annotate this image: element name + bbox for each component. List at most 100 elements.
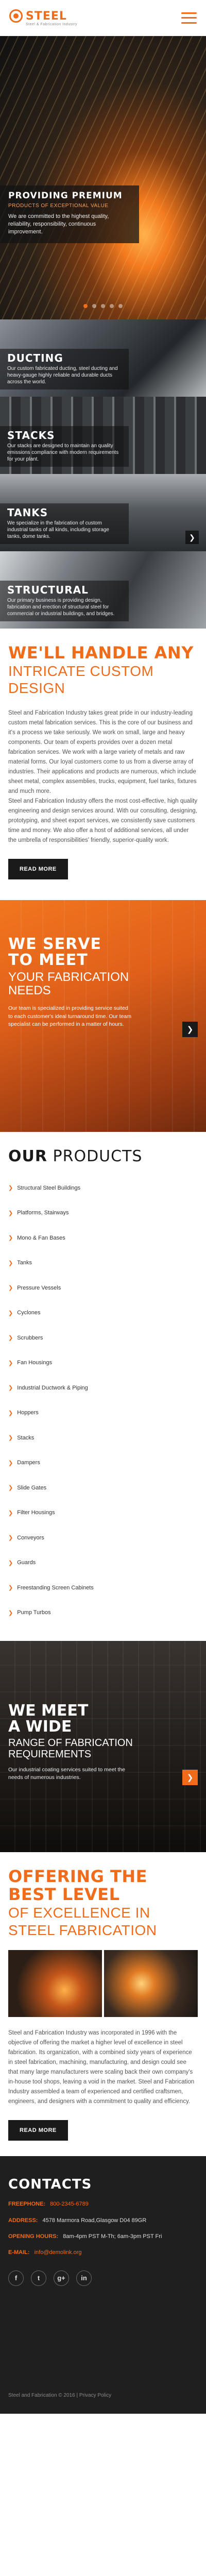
tile-text: Our custom fabricated ducting, steel duc… (7, 366, 118, 385)
product-list-item[interactable]: ❯ Mono & Fan Bases (8, 1226, 198, 1251)
product-list-item[interactable]: ❯ Stacks (8, 1426, 198, 1451)
facebook-icon[interactable]: f (8, 2270, 24, 2286)
product-list-item[interactable]: ❯ Guards (8, 1550, 198, 1575)
product-list-item[interactable]: ❯ Dampers (8, 1450, 198, 1476)
contact-address: ADDRESS: 4578 Marmora Road,Glasgow D04 8… (8, 2217, 198, 2225)
tile-text: Our stacks are designed to maintain an q… (7, 443, 119, 462)
phone-link[interactable]: 800-2345-6789 (50, 2201, 89, 2207)
hamburger-bar (181, 22, 197, 24)
logo[interactable]: STEEL Steel & Fabrication Industry (9, 9, 77, 26)
product-list-item[interactable]: ❯ Filter Housings (8, 1500, 198, 1526)
product-label: Pump Turbos (17, 1609, 51, 1616)
excellence-text: Steel and Fabrication Industry was incor… (8, 2030, 195, 2105)
chevron-right-icon[interactable]: ❯ (185, 531, 199, 544)
chevron-right-icon[interactable]: ❯ (182, 1769, 198, 1785)
products-heading: OUR PRODUCTS (8, 1147, 198, 1165)
address-value: 4578 Marmora Road,Glasgow D04 89GR (42, 2217, 147, 2224)
service-tile-stacks[interactable]: STACKS Our stacks are designed to mainta… (0, 397, 206, 474)
product-label: Conveyors (17, 1534, 44, 1541)
chevron-right-icon: ❯ (8, 1560, 13, 1566)
chevron-right-icon: ❯ (8, 1260, 13, 1266)
slider-pagination (0, 304, 206, 308)
product-label: Guards (17, 1560, 36, 1566)
product-label: Stacks (17, 1434, 35, 1441)
chevron-right-icon: ❯ (8, 1335, 13, 1342)
hamburger-bar (181, 17, 197, 19)
section-subheading: INTRICATE CUSTOM DESIGN (8, 663, 154, 697)
tile-title: DUCTING (7, 352, 63, 364)
wide-content: WE MEET A WIDE RANGE OF FABRICATION REQU… (8, 1703, 137, 1782)
tile-title: TANKS (7, 506, 48, 519)
chevron-right-icon[interactable]: ❯ (182, 1021, 198, 1037)
product-list-item[interactable]: ❯ Platforms, Stairways (8, 1200, 198, 1226)
product-label: Filter Housings (17, 1510, 55, 1516)
chevron-right-icon: ❯ (8, 1235, 13, 1242)
product-label: Dampers (17, 1460, 40, 1466)
serve-content: WE SERVE TO MEET YOUR FABRICATION NEEDS … (8, 936, 132, 1028)
product-list-item[interactable]: ❯ Scrubbers (8, 1326, 198, 1351)
tile-text: Our primary business is providing design… (7, 598, 115, 617)
section-subheading: OF EXCELLENCE IN STEEL FABRICATION (8, 1905, 157, 1938)
product-list-item[interactable]: ❯ Freestanding Screen Cabinets (8, 1575, 198, 1601)
chevron-right-icon: ❯ (8, 1535, 13, 1541)
product-list-item[interactable]: ❯ Slide Gates (8, 1476, 198, 1501)
chevron-right-icon: ❯ (8, 1460, 13, 1466)
product-list-item[interactable]: ❯ Conveyors (8, 1526, 198, 1551)
hero-subtitle: PRODUCTS OF EXCEPTIONAL VALUE (8, 203, 109, 209)
hamburger-menu-icon[interactable] (181, 12, 197, 24)
product-label: Fan Housings (17, 1360, 53, 1366)
slider-dot[interactable] (83, 304, 88, 308)
product-list-item[interactable]: ❯ Tanks (8, 1250, 198, 1276)
tile-caption: DUCTING Our custom fabricated ducting, s… (0, 349, 129, 389)
linkedin-icon[interactable]: in (76, 2270, 92, 2286)
product-list-item[interactable]: ❯ Industrial Ductwork & Piping (8, 1376, 198, 1401)
service-tile-structural[interactable]: STRUCTURAL Our primary business is provi… (0, 551, 206, 629)
products-heading-light: PRODUCTS (53, 1147, 143, 1165)
google-plus-icon[interactable]: g+ (54, 2270, 69, 2286)
image-gallery (8, 1950, 198, 2018)
serve-subtitle: YOUR FABRICATION NEEDS (8, 970, 129, 997)
chevron-right-icon: ❯ (8, 1609, 13, 1616)
serve-title-line: TO MEET (8, 951, 88, 970)
email-link[interactable]: info@demolink.org (35, 2249, 82, 2256)
logo-row: STEEL (9, 9, 77, 23)
slider-dot[interactable] (110, 304, 114, 308)
serve-section: WE SERVE TO MEET YOUR FABRICATION NEEDS … (0, 900, 206, 1132)
gallery-image[interactable] (8, 1950, 102, 2018)
section-heading: WE'LL HANDLE ANY (8, 643, 194, 663)
brand-name: STEEL (26, 9, 67, 23)
read-more-button[interactable]: READ MORE (8, 858, 68, 879)
contact-label: ADDRESS: (8, 2217, 38, 2224)
read-more-button[interactable]: READ MORE (8, 2120, 68, 2141)
wide-title-line: WE MEET (8, 1701, 89, 1720)
product-list-item[interactable]: ❯ Hoppers (8, 1400, 198, 1426)
slider-dot[interactable] (92, 304, 96, 308)
slider-dot[interactable] (101, 304, 105, 308)
product-list-item[interactable]: ❯ Structural Steel Buildings (8, 1176, 198, 1201)
product-list: ❯ Structural Steel Buildings ❯ Platforms, S… (8, 1176, 198, 1625)
product-list-item[interactable]: ❯ Fan Housings (8, 1350, 198, 1376)
slider-dot[interactable] (118, 304, 123, 308)
twitter-icon[interactable]: t (31, 2270, 46, 2286)
logo-mark-icon (9, 9, 23, 23)
products-heading-bold: OUR (8, 1147, 47, 1165)
contacts-footer: CONTACTS FREEPHONE: 800-2345-6789 ADDRES… (0, 2156, 206, 2414)
hero-slider: PROVIDING PREMIUM PRODUCTS OF EXCEPTIONA… (0, 36, 206, 319)
product-list-item[interactable]: ❯ Cyclones (8, 1300, 198, 1326)
service-tile-ducting[interactable]: DUCTING Our custom fabricated ducting, s… (0, 319, 206, 397)
wide-subtitle: RANGE OF FABRICATION REQUIREMENTS (8, 1737, 133, 1760)
tile-text: We specialize in the fabrication of cust… (7, 520, 109, 539)
product-label: Hoppers (17, 1410, 39, 1416)
service-tile-tanks[interactable]: TANKS We specialize in the fabrication o… (0, 474, 206, 551)
hero-title: PROVIDING PREMIUM (8, 191, 123, 201)
contact-label: OPENING HOURS: (8, 2233, 59, 2240)
product-list-item[interactable]: ❯ Pump Turbos (8, 1600, 198, 1625)
chevron-right-icon: ❯ (8, 1185, 13, 1192)
serve-text: Our team is specialized in providing ser… (8, 1005, 131, 1027)
product-label: Mono & Fan Bases (17, 1234, 65, 1241)
section-heading: OFFERING THE BEST LEVEL (8, 1866, 147, 1905)
product-list-item[interactable]: ❯ Pressure Vessels (8, 1276, 198, 1301)
contact-label: FREEPHONE: (8, 2201, 46, 2208)
products-section: OUR PRODUCTS ❯ Structural Steel Buildings… (0, 1132, 206, 1641)
gallery-image[interactable] (104, 1950, 198, 2018)
